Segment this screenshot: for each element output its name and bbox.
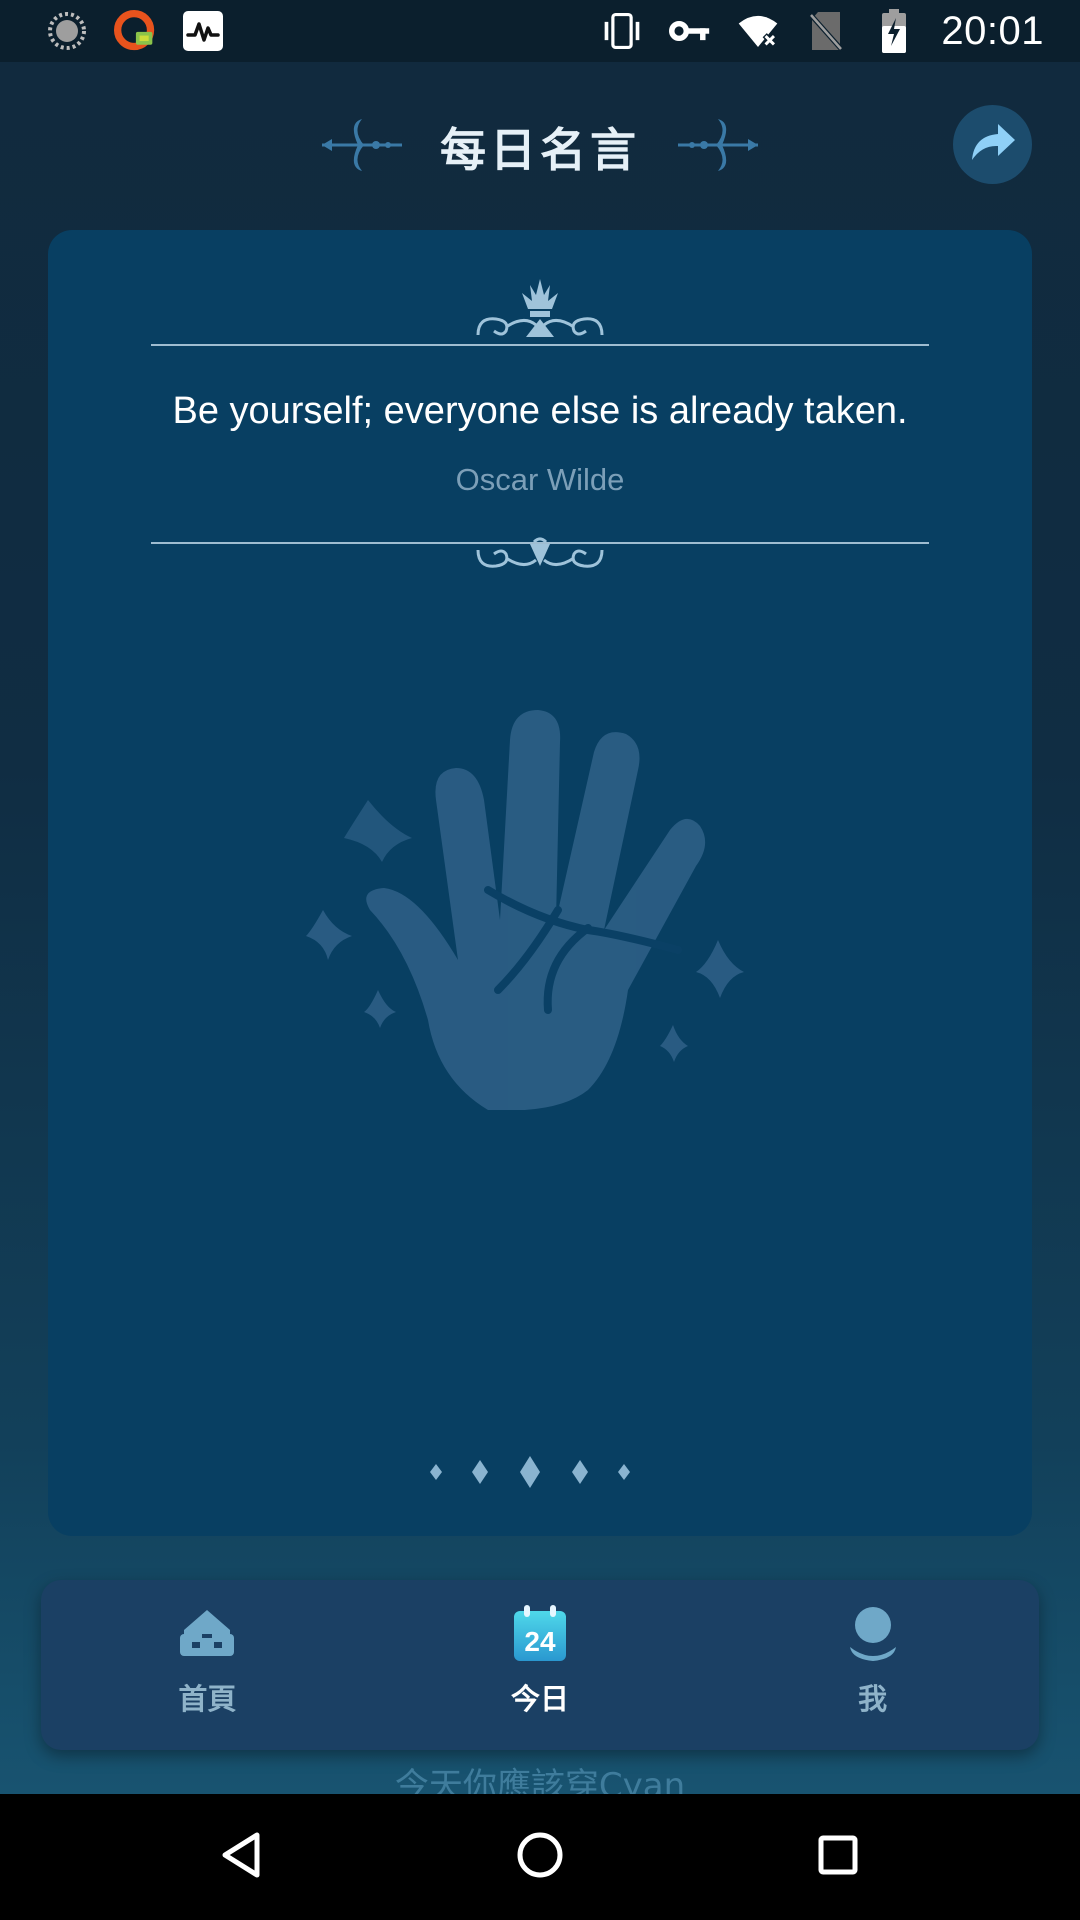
vpn-app-icon: [114, 10, 156, 52]
screen: 20:01 每日名言 Be yourself; everyone else is…: [0, 0, 1080, 1920]
palm-hand-icon: [306, 710, 744, 1110]
top-ornament-icon: [470, 275, 610, 350]
share-arrow-icon: [968, 120, 1018, 169]
status-left-icons: [46, 10, 224, 52]
recents-button[interactable]: [803, 1822, 873, 1892]
nav-label-today: 今日: [511, 1682, 570, 1716]
title-ornament-right-icon: [674, 115, 762, 180]
bottom-ornament-icon: [470, 536, 610, 581]
profile-icon: [840, 1600, 906, 1666]
page-dot[interactable]: [472, 1460, 488, 1484]
vibrate-icon: [601, 10, 643, 52]
no-sim-icon: [805, 10, 847, 52]
page-indicator: [430, 1456, 630, 1488]
page-dot-active[interactable]: [520, 1456, 540, 1488]
page-dot[interactable]: [618, 1464, 630, 1480]
quote-author: Oscar Wilde: [455, 462, 625, 497]
vpn-key-icon: [669, 10, 711, 52]
status-bar: 20:01: [0, 0, 1080, 62]
home-circle-icon: [512, 1827, 568, 1888]
status-right-icons: 20:01: [601, 9, 1044, 54]
top-divider: [151, 344, 929, 346]
title-ornament-left-icon: [318, 115, 406, 180]
recents-square-icon: [813, 1830, 863, 1885]
nav-label-home: 首頁: [178, 1682, 237, 1716]
back-button[interactable]: [206, 1822, 276, 1892]
back-triangle-icon: [215, 1829, 267, 1886]
quote-card[interactable]: Be yourself; everyone else is already ta…: [48, 230, 1032, 1536]
home-icon: [174, 1600, 240, 1666]
status-time: 20:01: [941, 8, 1044, 53]
nav-label-me: 我: [858, 1682, 888, 1716]
page-dot[interactable]: [572, 1460, 588, 1484]
page-dot[interactable]: [430, 1464, 442, 1480]
calendar-24-icon: 24: [507, 1600, 573, 1666]
calendar-day-number: 24: [524, 1626, 556, 1657]
quote-text: Be yourself; everyone else is already ta…: [172, 390, 908, 432]
nav-item-me[interactable]: 我: [706, 1580, 1039, 1750]
wifi-icon: [737, 10, 779, 52]
bottom-navigation: 首頁 24 今日 我: [41, 1580, 1039, 1750]
page-title: 每日名言: [440, 123, 640, 177]
app-header: 每日名言: [0, 62, 1080, 232]
share-button[interactable]: [953, 105, 1032, 184]
activity-monitor-icon: [182, 10, 224, 52]
battery-charging-icon: [873, 9, 915, 53]
title-wrap: 每日名言: [0, 112, 1080, 182]
nav-item-today[interactable]: 24 今日: [374, 1580, 707, 1750]
nav-item-home[interactable]: 首頁: [41, 1580, 374, 1750]
loading-circle-icon: [46, 10, 88, 52]
system-navigation-bar: [0, 1794, 1080, 1920]
home-system-button[interactable]: [505, 1822, 575, 1892]
